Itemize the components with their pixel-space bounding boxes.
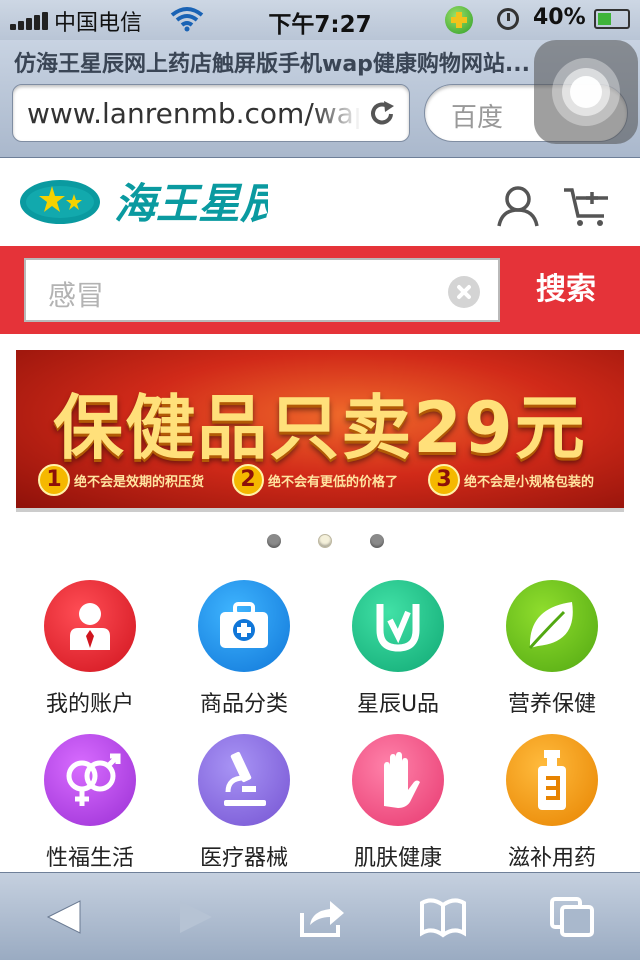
user-icon[interactable] [496,184,540,228]
site-header: 海王星辰 [0,160,640,246]
u-check-icon [352,580,444,672]
tabs-icon[interactable] [548,895,598,939]
browser-toolbar [0,872,640,960]
search-button[interactable]: 搜索 [510,258,622,322]
category-my-account[interactable]: 我的账户 [13,578,167,718]
banner-points: 1 绝不会是效期的积压货 2 绝不会有更低的价格了 3 绝不会是小规格包装的 [38,464,618,500]
cart-icon[interactable] [562,184,612,228]
carousel-dot-active[interactable] [318,534,332,548]
battery-icon [594,9,630,29]
category-tonic-medicine[interactable]: 滋补用药 [475,732,629,872]
assistive-touch-button[interactable] [534,40,638,144]
browser-search-placeholder: 百度 [451,103,504,133]
status-bar: 中国电信 下午7:27 40% [0,0,640,40]
carousel-dot[interactable] [370,534,384,548]
gender-icon [44,734,136,826]
bottle-icon [506,734,598,826]
logo-text: 海王星辰 [114,179,268,228]
category-nutrition[interactable]: 营养保健 [475,578,629,718]
category-u-products[interactable]: 星辰U品 [321,578,475,718]
category-products[interactable]: 商品分类 [167,578,321,718]
carousel-dot[interactable] [267,534,281,548]
site-search-bar: 感冒 搜索 [0,246,640,334]
bookmarks-icon[interactable] [418,895,468,939]
site-search-text: 感冒 [48,279,105,312]
alarm-icon [497,8,519,30]
clear-icon[interactable] [448,276,480,308]
battery-percent: 40% [533,5,586,30]
url-text[interactable]: www.lanrenmb.com/wap [27,97,359,130]
hand-icon [352,734,444,826]
address-bar[interactable]: www.lanrenmb.com/wap [12,84,410,142]
category-grid: 我的账户 商品分类 星辰U品 营养保健 性福生活 医疗器械 肌肤健康 滋补用药 [0,578,640,872]
promo-banner[interactable]: 保健品只卖29元 1 绝不会是效期的积压货 2 绝不会有更低的价格了 3 绝不会… [16,350,624,512]
account-icon [44,580,136,672]
site-logo[interactable]: 海王星辰 [18,172,268,232]
category-skin-health[interactable]: 肌肤健康 [321,732,475,872]
leaf-icon [506,580,598,672]
category-medical-devices[interactable]: 医疗器械 [167,732,321,872]
page-title: 仿海王星辰网上药店触屏版手机wap健康购物网站... [14,52,530,77]
security-app-icon [445,6,473,34]
share-icon[interactable] [298,895,348,939]
carousel-dots [0,534,640,550]
microscope-icon [198,734,290,826]
category-sexual-health[interactable]: 性福生活 [13,732,167,872]
reload-icon[interactable] [367,99,397,129]
site-search-input[interactable]: 感冒 [24,258,500,322]
back-icon[interactable] [40,895,90,939]
browser-chrome: 仿海王星辰网上药店触屏版手机wap健康购物网站... www.lanrenmb.… [0,40,640,158]
banner-title: 保健品只卖29元 [53,387,587,469]
medical-kit-icon [198,580,290,672]
forward-icon[interactable] [170,895,220,939]
